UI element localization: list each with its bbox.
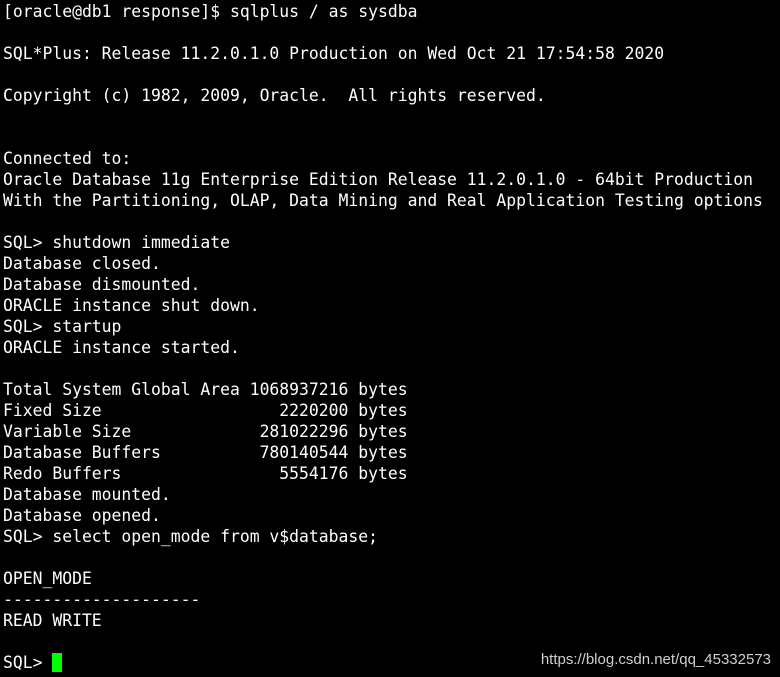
terminal-line: Copyright (c) 1982, 2009, Oracle. All ri… <box>3 86 546 105</box>
terminal-line: Oracle Database 11g Enterprise Edition R… <box>3 170 753 189</box>
terminal-line: Fixed Size 2220200 bytes <box>3 401 408 420</box>
terminal-line: -------------------- <box>3 590 201 609</box>
terminal-line: SQL> startup <box>3 317 122 336</box>
terminal-line: [oracle@db1 response]$ sqlplus / as sysd… <box>3 2 418 21</box>
terminal-line: Variable Size 281022296 bytes <box>3 422 408 441</box>
terminal-line: Database closed. <box>3 254 161 273</box>
terminal-line: SQL> shutdown immediate <box>3 233 230 252</box>
terminal-line: Database dismounted. <box>3 275 201 294</box>
terminal-line: Total System Global Area 1068937216 byte… <box>3 380 408 399</box>
terminal-line: Connected to: <box>3 149 132 168</box>
sql-prompt: SQL> <box>3 653 53 672</box>
terminal-line: Database mounted. <box>3 485 171 504</box>
terminal-line: Redo Buffers 5554176 bytes <box>3 464 408 483</box>
terminal-line: ORACLE instance shut down. <box>3 296 260 315</box>
text-cursor <box>52 653 63 672</box>
terminal-line: READ WRITE <box>3 611 102 630</box>
terminal-line: SQL*Plus: Release 11.2.0.1.0 Production … <box>3 44 665 63</box>
terminal-line: Database opened. <box>3 506 161 525</box>
terminal-line: ORACLE instance started. <box>3 338 240 357</box>
terminal-window[interactable]: [oracle@db1 response]$ sqlplus / as sysd… <box>0 0 780 677</box>
watermark: https://blog.csdn.net/qq_45332573 <box>540 651 771 668</box>
terminal-line: With the Partitioning, OLAP, Data Mining… <box>3 191 763 210</box>
terminal-line: SQL> select open_mode from v$database; <box>3 527 378 546</box>
terminal-line: Database Buffers 780140544 bytes <box>3 443 408 462</box>
terminal-line: OPEN_MODE <box>3 569 92 588</box>
